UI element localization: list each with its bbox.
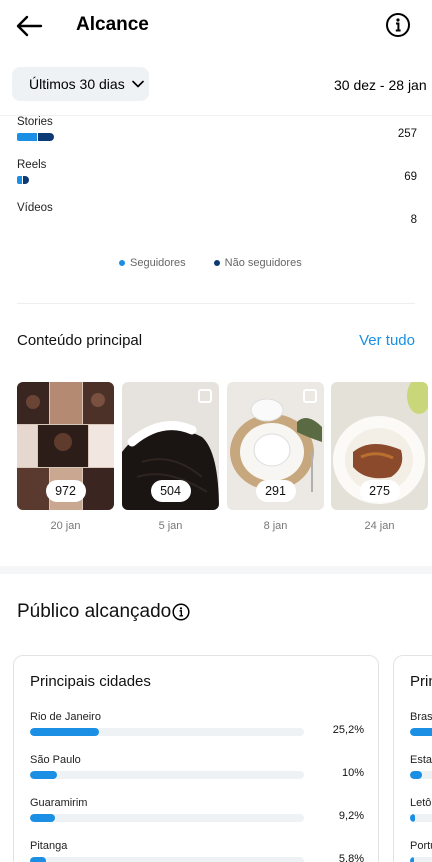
legend-followers: Seguidores: [119, 257, 186, 269]
content-type-label: Vídeos: [17, 202, 53, 214]
header: Alcance: [0, 0, 432, 52]
city-bar-fill: [30, 728, 100, 736]
city-row: Guaramirim 9,2%: [30, 797, 364, 822]
city-bar-track: [30, 857, 304, 862]
city-bar-fill: [30, 771, 58, 779]
followers-dot-icon: [119, 260, 125, 266]
content-type-value: 257: [397, 128, 417, 140]
city-name: São Paulo: [30, 754, 81, 766]
divider: [17, 303, 415, 304]
city-row: São Paulo 10%: [30, 754, 364, 779]
legend-label: Não seguidores: [224, 257, 302, 269]
country-name: Letôn: [410, 797, 432, 809]
country-bar-track: [410, 814, 432, 822]
card-title: Prin: [410, 673, 432, 690]
country-bar-fill: [410, 728, 432, 736]
top-countries-card: Prin Brasi Estad Letôn Portu: [393, 655, 432, 862]
city-bar-track: [30, 814, 304, 822]
post-date: 8 jan: [263, 520, 288, 532]
city-percent: 25,2%: [332, 724, 364, 736]
see-all-link[interactable]: Ver tudo: [359, 332, 415, 349]
top-content-thumb[interactable]: 291: [227, 382, 324, 510]
country-bar-fill: [410, 857, 414, 862]
card-title: Principais cidades: [30, 673, 151, 690]
audience-title: Público alcançado: [17, 601, 172, 622]
country-row: Brasi: [410, 711, 432, 736]
reach-count-badge: 504: [150, 480, 191, 502]
split-bar: [17, 176, 417, 184]
city-bar-fill: [30, 857, 46, 862]
country-row: Letôn: [410, 797, 432, 822]
period-dropdown[interactable]: Últimos 30 dias: [12, 67, 149, 101]
city-percent: 10%: [341, 767, 364, 779]
legend-non-followers: Não seguidores: [213, 257, 302, 269]
content-type-row-videos: Vídeos 8: [17, 202, 417, 226]
content-type-row-reels: Reels 69: [17, 159, 417, 184]
content-type-label: Reels: [17, 159, 47, 171]
chevron-down-icon: [131, 80, 144, 88]
content-type-row-stories: Stories 257: [17, 116, 417, 141]
page-title: Alcance: [76, 14, 149, 35]
country-name: Portu: [410, 840, 432, 852]
back-arrow-icon[interactable]: [14, 12, 44, 40]
city-name: Rio de Janeiro: [30, 711, 101, 723]
post-date: 20 jan: [50, 520, 81, 532]
carousel-icon: [198, 389, 212, 403]
legend: Seguidores Não seguidores: [119, 257, 302, 269]
content-type-label: Stories: [17, 116, 53, 128]
carousel-icon: [303, 389, 317, 403]
country-bar-fill: [410, 771, 422, 779]
non-followers-segment: [37, 133, 54, 141]
period-label: Últimos 30 dias: [29, 76, 125, 92]
country-bar-track: [410, 857, 432, 862]
content-type-value: 8: [410, 214, 417, 226]
top-content-thumb[interactable]: 972: [17, 382, 114, 510]
city-percent: 9,2%: [338, 810, 364, 822]
top-cities-card: Principais cidades Rio de Janeiro 25,2% …: [13, 655, 379, 862]
country-name: Brasi: [410, 711, 432, 723]
split-bar: [17, 133, 417, 141]
top-content-thumb[interactable]: 504: [122, 382, 219, 510]
country-name: Estad: [410, 754, 432, 766]
post-date: 5 jan: [158, 520, 183, 532]
non-followers-dot-icon: [213, 260, 220, 266]
section-separator: [0, 566, 432, 574]
non-followers-segment: [23, 176, 30, 184]
date-range: 30 dez - 28 jan: [334, 77, 427, 93]
post-date: 24 jan: [364, 520, 395, 532]
city-bar-track: [30, 728, 304, 736]
content-type-value: 69: [404, 171, 417, 183]
top-content-title: Conteúdo principal: [17, 332, 143, 349]
info-icon[interactable]: [172, 603, 190, 621]
city-percent: 5,8%: [338, 853, 364, 862]
reach-count-badge: 972: [45, 480, 86, 502]
city-name: Guaramirim: [30, 797, 88, 809]
country-bar-track: [410, 771, 432, 779]
city-row: Pitanga 5,8%: [30, 840, 364, 862]
city-row: Rio de Janeiro 25,2%: [30, 711, 364, 736]
info-icon[interactable]: [385, 12, 411, 38]
followers-segment: [17, 176, 23, 184]
reach-count-badge: 291: [255, 480, 296, 502]
city-name: Pitanga: [30, 840, 68, 852]
country-bar-track: [410, 728, 432, 736]
country-row: Estad: [410, 754, 432, 779]
reach-count-badge: 275: [359, 480, 400, 502]
followers-segment: [17, 133, 37, 141]
city-bar-track: [30, 771, 304, 779]
country-bar-fill: [410, 814, 415, 822]
city-bar-fill: [30, 814, 56, 822]
top-content-thumb[interactable]: 275: [331, 382, 428, 510]
country-row: Portu: [410, 840, 432, 862]
legend-label: Seguidores: [130, 257, 186, 269]
